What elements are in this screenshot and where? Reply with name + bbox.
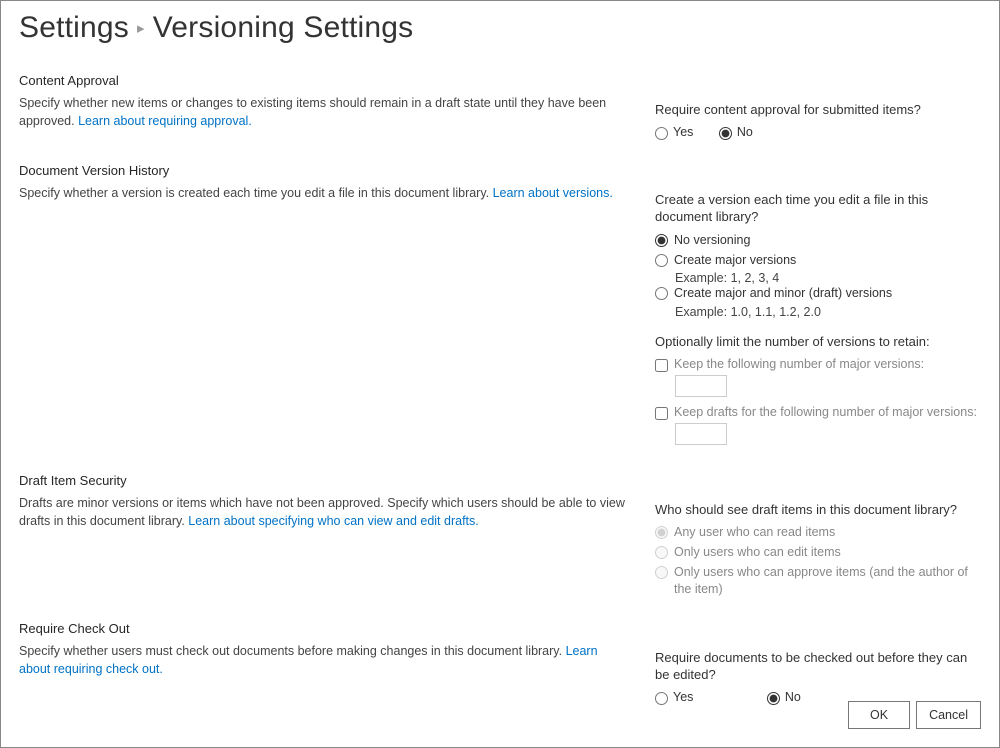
version-option-major-minor[interactable]: Create major and minor (draft) versions	[655, 285, 981, 302]
radio-draft-any[interactable]	[655, 526, 668, 539]
radio-approval-yes[interactable]	[655, 127, 668, 140]
label-yes: Yes	[673, 125, 693, 139]
breadcrumb: Settings ▸ Versioning Settings	[19, 11, 981, 45]
label-draft-any: Any user who can read items	[674, 524, 835, 541]
checkout-no[interactable]: No	[767, 690, 801, 705]
label-no-versioning: No versioning	[674, 232, 750, 249]
breadcrumb-parent[interactable]: Settings	[19, 11, 129, 45]
checkout-question: Require documents to be checked out befo…	[655, 649, 981, 684]
radio-no-versioning[interactable]	[655, 234, 668, 247]
learn-about-versions-link[interactable]: Learn about versions.	[493, 186, 613, 200]
content-approval-question: Require content approval for submitted i…	[655, 101, 981, 119]
label-major-versions: Create major versions	[674, 252, 796, 269]
label-keep-drafts: Keep drafts for the following number of …	[674, 405, 977, 419]
section-title: Draft Item Security	[19, 473, 631, 488]
version-option-major[interactable]: Create major versions	[655, 252, 981, 269]
checkbox-keep-major[interactable]	[655, 359, 668, 372]
radio-major-versions[interactable]	[655, 254, 668, 267]
example-major-minor: Example: 1.0, 1.1, 1.2, 2.0	[675, 305, 981, 319]
section-version-history: Document Version History Specify whether…	[19, 163, 981, 453]
desc-text: Specify whether users must check out doc…	[19, 644, 566, 658]
label-draft-edit: Only users who can edit items	[674, 544, 841, 561]
radio-major-minor-versions[interactable]	[655, 287, 668, 300]
radio-draft-approve[interactable]	[655, 566, 668, 579]
radio-checkout-yes[interactable]	[655, 692, 668, 705]
section-title: Require Check Out	[19, 621, 631, 636]
desc-text: Specify whether a version is created eac…	[19, 186, 493, 200]
example-major: Example: 1, 2, 3, 4	[675, 271, 981, 285]
draft-option-edit-users[interactable]: Only users who can edit items	[655, 544, 981, 561]
chevron-right-icon: ▸	[137, 19, 145, 37]
section-require-checkout: Require Check Out Specify whether users …	[19, 621, 981, 708]
section-description: Specify whether a version is created eac…	[19, 184, 631, 202]
label-keep-major: Keep the following number of major versi…	[674, 357, 924, 371]
input-major-count[interactable]	[675, 375, 727, 397]
version-question: Create a version each time you edit a fi…	[655, 191, 981, 226]
button-row: OK Cancel	[848, 701, 981, 729]
input-drafts-count[interactable]	[675, 423, 727, 445]
checkout-yes[interactable]: Yes	[655, 690, 693, 705]
checkbox-keep-drafts[interactable]	[655, 407, 668, 420]
content-approval-yes[interactable]: Yes	[655, 125, 693, 140]
learn-about-drafts-link[interactable]: Learn about specifying who can view and …	[188, 514, 478, 528]
section-description: Drafts are minor versions or items which…	[19, 494, 631, 530]
label-yes: Yes	[673, 690, 693, 704]
cancel-button[interactable]: Cancel	[916, 701, 981, 729]
radio-draft-edit[interactable]	[655, 546, 668, 559]
ok-button[interactable]: OK	[848, 701, 910, 729]
content-approval-no[interactable]: No	[719, 125, 753, 140]
version-option-none[interactable]: No versioning	[655, 232, 981, 249]
section-title: Document Version History	[19, 163, 631, 178]
radio-approval-no[interactable]	[719, 127, 732, 140]
limit-versions-label: Optionally limit the number of versions …	[655, 333, 981, 351]
draft-option-approve-users[interactable]: Only users who can approve items (and th…	[655, 564, 981, 598]
section-title: Content Approval	[19, 73, 631, 88]
section-content-approval: Content Approval Specify whether new ite…	[19, 73, 981, 143]
section-draft-security: Draft Item Security Drafts are minor ver…	[19, 473, 981, 601]
radio-checkout-no[interactable]	[767, 692, 780, 705]
section-description: Specify whether new items or changes to …	[19, 94, 631, 130]
label-no: No	[785, 690, 801, 704]
keep-drafts-row[interactable]: Keep drafts for the following number of …	[655, 405, 981, 420]
keep-major-versions-row[interactable]: Keep the following number of major versi…	[655, 357, 981, 372]
learn-about-approval-link[interactable]: Learn about requiring approval.	[78, 114, 252, 128]
draft-option-any-user[interactable]: Any user who can read items	[655, 524, 981, 541]
label-no: No	[737, 125, 753, 139]
section-description: Specify whether users must check out doc…	[19, 642, 631, 678]
draft-security-question: Who should see draft items in this docum…	[655, 501, 981, 519]
label-major-minor-versions: Create major and minor (draft) versions	[674, 285, 892, 302]
breadcrumb-current: Versioning Settings	[153, 11, 414, 45]
label-draft-approve: Only users who can approve items (and th…	[674, 564, 981, 598]
